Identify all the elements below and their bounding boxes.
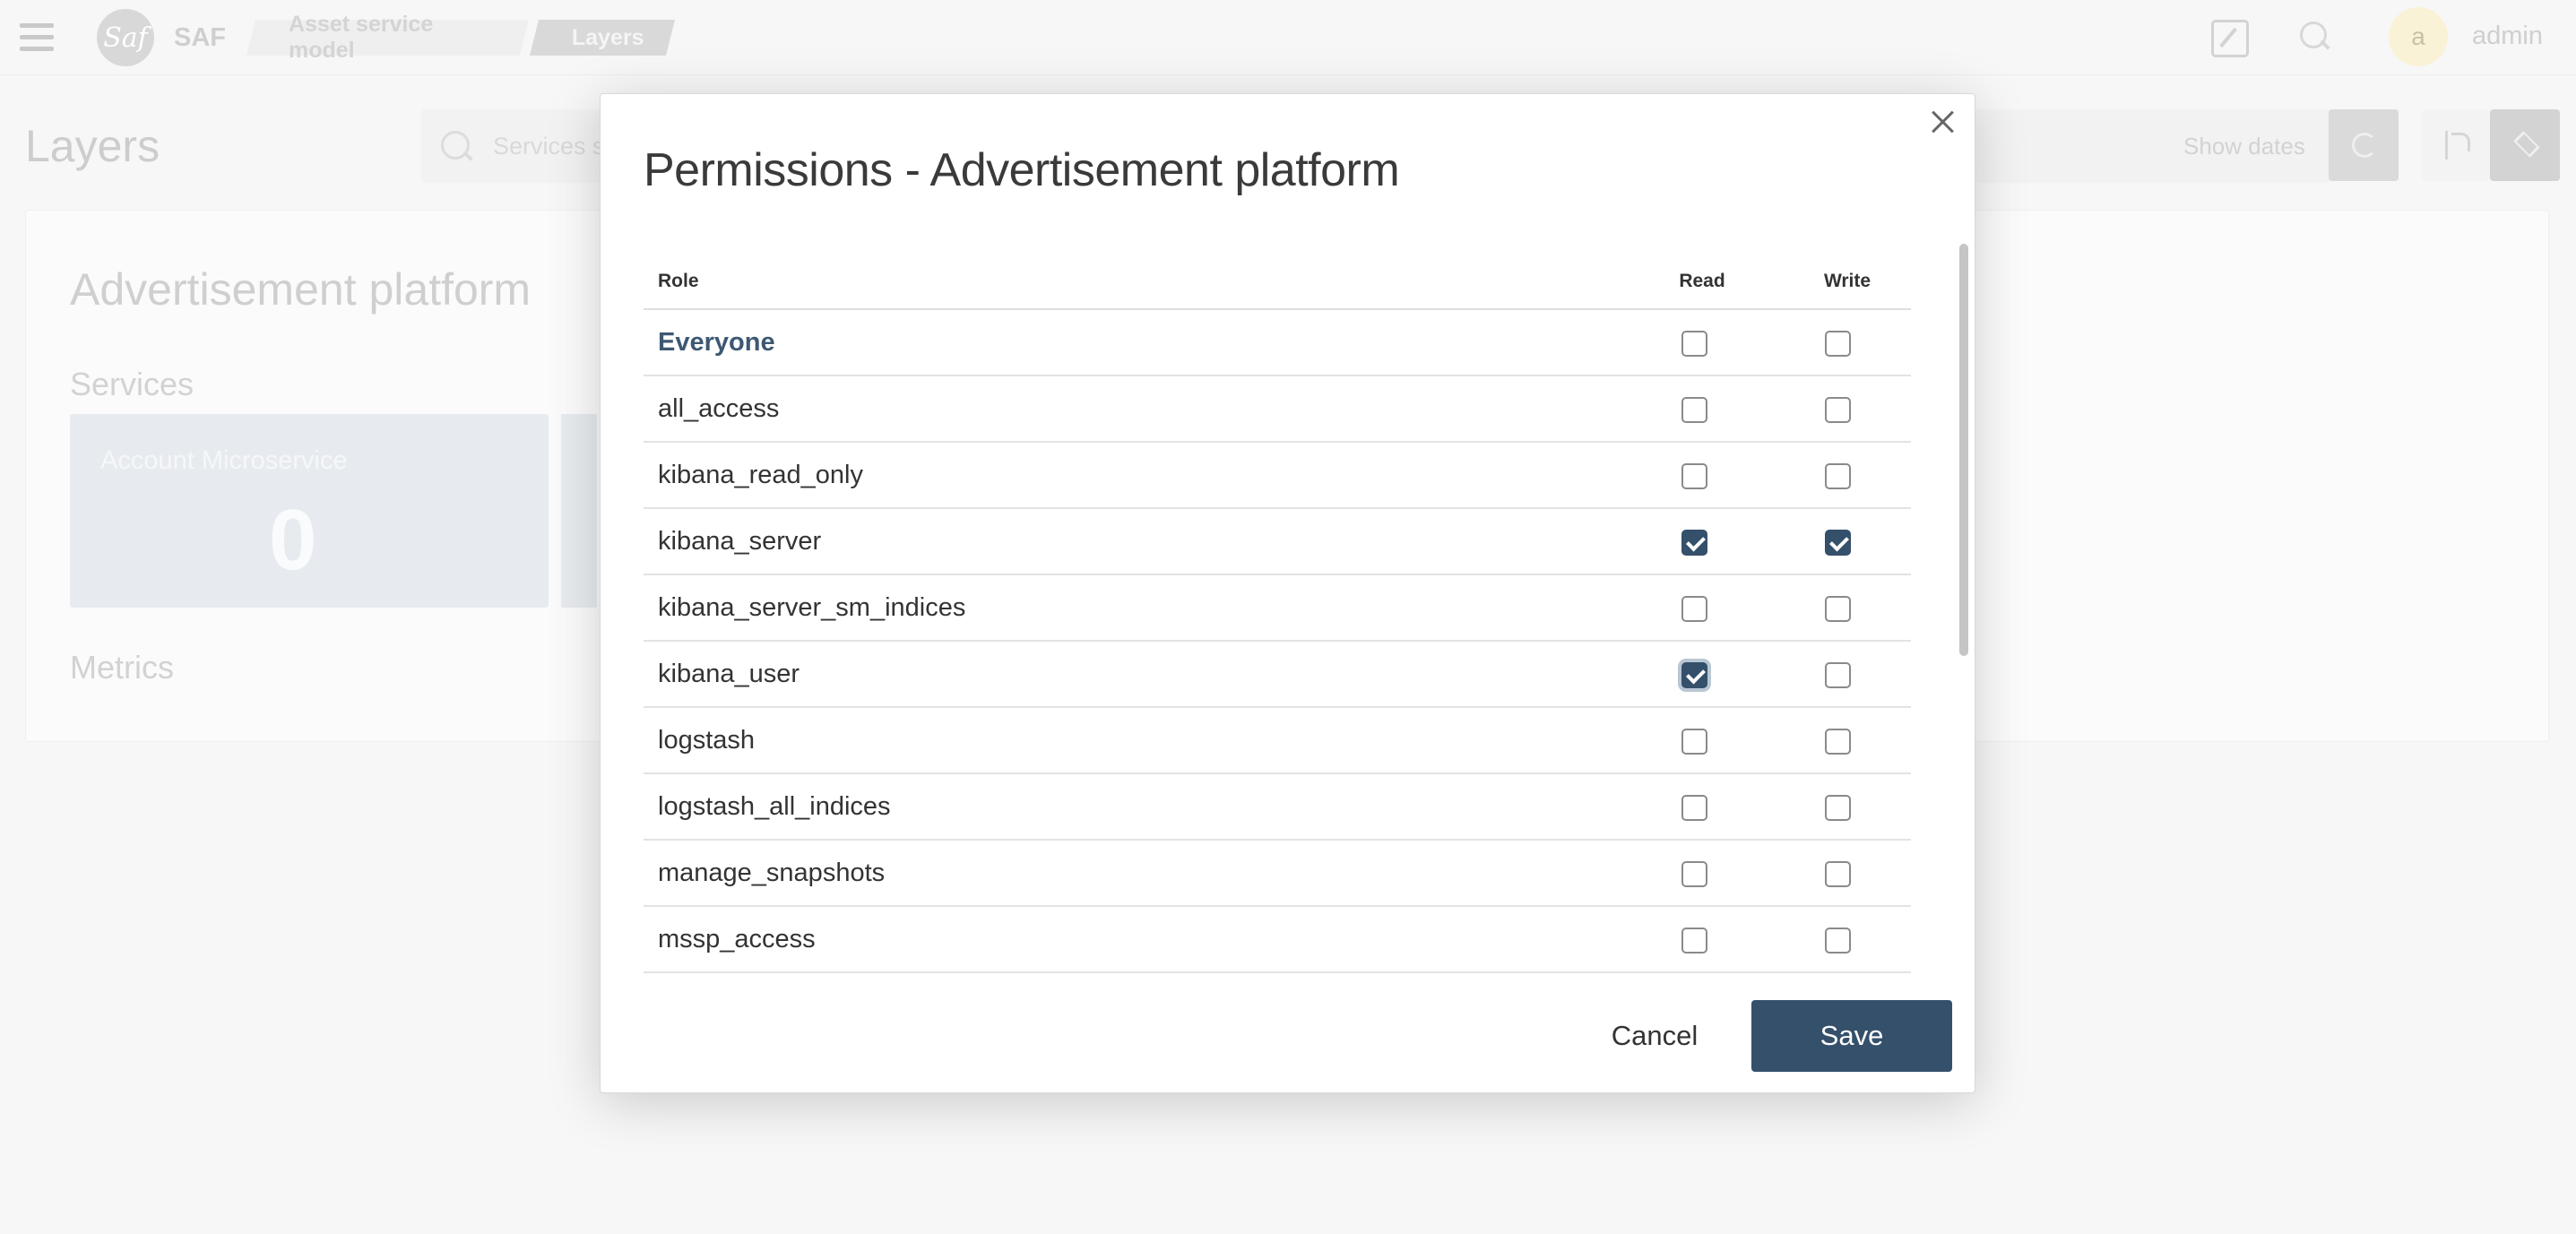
avatar[interactable]: a (2389, 7, 2448, 66)
write-checkbox[interactable] (1825, 928, 1851, 954)
read-checkbox[interactable] (1681, 463, 1707, 489)
modal-title: Permissions - Advertisement platform (644, 144, 1400, 196)
save-button[interactable]: Save (1751, 1000, 1952, 1072)
read-checkbox[interactable] (1681, 397, 1707, 423)
write-checkbox[interactable] (1825, 729, 1851, 755)
write-checkbox[interactable] (1825, 795, 1851, 821)
table-row: all_access (644, 376, 1911, 443)
role-name: manage_snapshots (658, 859, 886, 887)
column-header-role: Role (658, 271, 699, 291)
role-name: kibana_user (658, 660, 800, 688)
read-checkbox[interactable] (1681, 596, 1707, 622)
table-row: Everyone (644, 310, 1911, 376)
brand-name: SAF (174, 23, 226, 52)
table-row: logstash (644, 708, 1911, 774)
search-icon[interactable] (2300, 22, 2330, 52)
layer-title: Advertisement platform (70, 264, 532, 315)
role-name: Everyone (658, 328, 775, 357)
write-checkbox[interactable] (1825, 397, 1851, 423)
username[interactable]: admin (2472, 22, 2543, 51)
branch-icon (2445, 131, 2470, 160)
table-row: mssp_access (644, 907, 1911, 973)
show-dates-toggle[interactable]: Show dates (2183, 133, 2305, 160)
permissions-table: Role Read Write Everyone all_accesskibana… (644, 242, 1911, 975)
read-checkbox[interactable] (1681, 928, 1707, 954)
edit-icon[interactable] (2211, 20, 2249, 57)
table-row: kibana_read_only (644, 443, 1911, 509)
write-checkbox[interactable] (1825, 861, 1851, 887)
close-icon[interactable] (1929, 108, 1958, 136)
table-row: kibana_server_sm_indices (644, 575, 1911, 642)
role-name: mssp_access (658, 925, 816, 954)
role-name: logstash (658, 726, 756, 755)
write-checkbox[interactable] (1825, 530, 1851, 556)
column-header-write: Write (1823, 271, 1871, 291)
breadcrumb-layers[interactable]: Layers (530, 20, 675, 56)
write-checkbox[interactable] (1825, 463, 1851, 489)
role-name: kibana_server_sm_indices (658, 593, 966, 622)
role-name: kibana_read_only (658, 461, 863, 489)
write-checkbox[interactable] (1825, 596, 1851, 622)
read-checkbox[interactable] (1681, 861, 1707, 887)
table-row: logstash_all_indices (644, 774, 1911, 841)
saf-logo[interactable]: Saf (97, 9, 154, 66)
table-row: manage_snapshots (644, 841, 1911, 907)
search-icon (441, 131, 475, 165)
refresh-icon (2352, 133, 2377, 158)
table-row: kibana_user (644, 642, 1911, 708)
role-name: kibana_server (658, 527, 822, 556)
role-name: all_access (658, 394, 780, 423)
scrollbar-thumb[interactable] (1959, 244, 1968, 656)
read-checkbox[interactable] (1681, 662, 1707, 688)
cancel-button[interactable]: Cancel (1601, 1000, 1708, 1072)
write-checkbox[interactable] (1825, 662, 1851, 688)
role-name: logstash_all_indices (658, 792, 891, 821)
service-card[interactable] (561, 414, 597, 608)
column-header-read: Read (1679, 271, 1725, 291)
read-checkbox[interactable] (1681, 331, 1707, 357)
service-card-name: Account Microservice (100, 446, 348, 475)
read-checkbox[interactable] (1681, 530, 1707, 556)
table-row: kibana_server (644, 509, 1911, 575)
metrics-heading: Metrics (70, 649, 174, 686)
services-heading: Services (70, 366, 194, 402)
read-checkbox[interactable] (1681, 795, 1707, 821)
write-checkbox[interactable] (1825, 331, 1851, 357)
breadcrumb-asset-service-model[interactable]: Asset service model (246, 12, 529, 63)
service-card-value: 0 (269, 492, 317, 588)
page-title: Layers (25, 121, 160, 171)
table-header: Role Read Write (644, 242, 1911, 310)
read-checkbox[interactable] (1681, 729, 1707, 755)
menu-icon[interactable] (20, 23, 59, 52)
